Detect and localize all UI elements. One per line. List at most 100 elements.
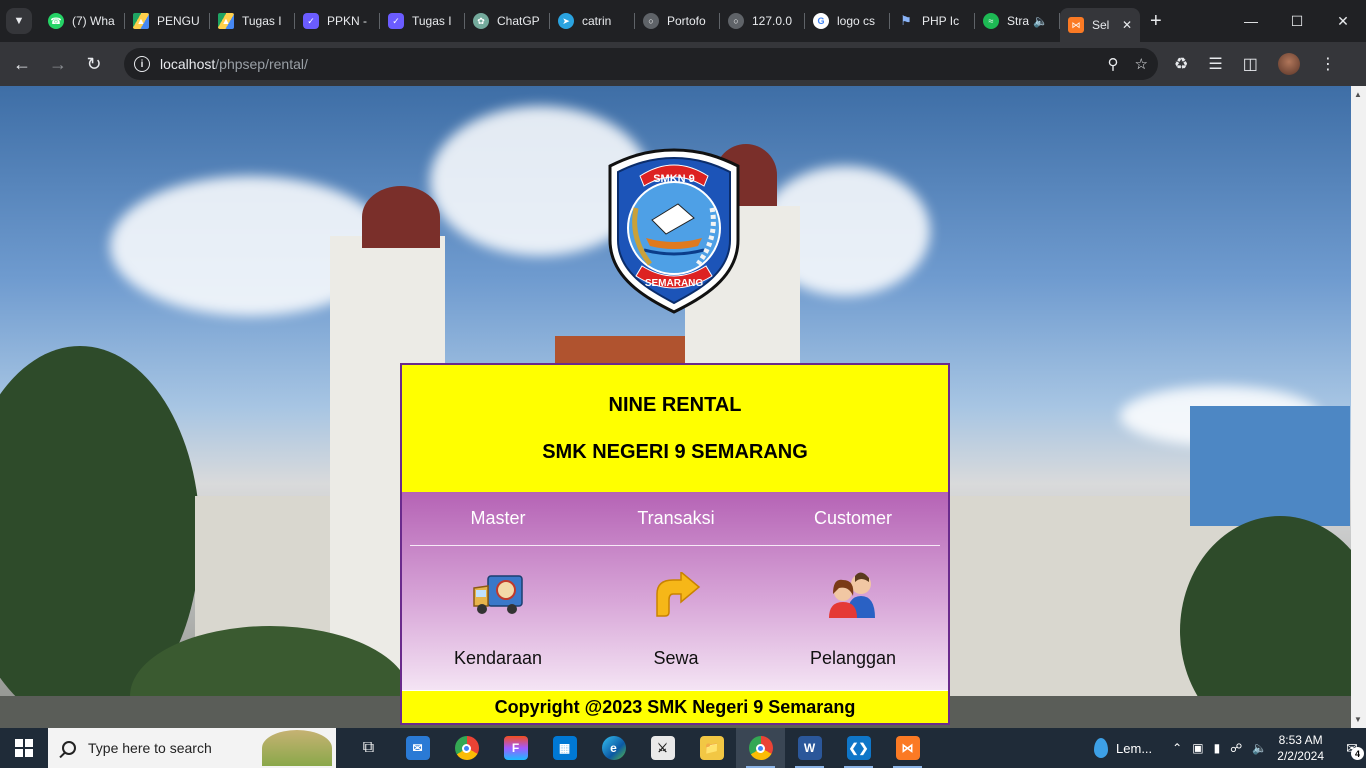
new-tab-button[interactable]: + bbox=[1150, 10, 1162, 33]
browser-tab[interactable]: ✓ PPKN - bbox=[295, 4, 380, 38]
scroll-up-icon[interactable]: ▲ bbox=[1354, 90, 1362, 99]
battery-icon[interactable]: ▮ bbox=[1214, 741, 1221, 755]
address-bar[interactable]: i localhost/phpsep/rental/ ⚲ ☆ bbox=[124, 48, 1158, 80]
task-view-icon[interactable]: ⧉ bbox=[344, 728, 393, 768]
shortcut-label: Kendaraan bbox=[453, 648, 543, 668]
clock-date: 2/2/2024 bbox=[1277, 749, 1324, 763]
forward-icon[interactable]: → bbox=[40, 46, 76, 82]
shortcut-row: Kendaraan Sewa Pelanggan bbox=[402, 570, 948, 669]
shortcut-label: Sewa bbox=[653, 648, 699, 668]
page-viewport: SMKN 9 SEMARANG NINE RENTAL SMK NEGERI 9… bbox=[0, 86, 1366, 728]
reload-icon[interactable]: ↻ bbox=[76, 46, 112, 82]
school-logo: SMKN 9 SEMARANG bbox=[608, 148, 740, 314]
window-controls: — ☐ ✕ bbox=[1228, 0, 1366, 42]
copyright-footer: Copyright @2023 SMK Negeri 9 Semarang bbox=[402, 690, 948, 723]
logo-bottom-text: SEMARANG bbox=[645, 278, 704, 289]
taskbar-apps: ⧉ ✉ F ▦ e ⚔ 📁 W ❮❯ ⋈ bbox=[344, 728, 932, 768]
figma-icon[interactable]: F bbox=[491, 728, 540, 768]
xampp-taskbar-icon[interactable]: ⋈ bbox=[883, 728, 932, 768]
profile-avatar[interactable] bbox=[1277, 53, 1300, 75]
search-highlight-image bbox=[262, 730, 332, 766]
browser-tab[interactable]: ○ 127.0.0 bbox=[720, 4, 805, 38]
search-placeholder: Type here to search bbox=[88, 740, 212, 756]
close-tab-icon[interactable]: ✕ bbox=[1122, 18, 1132, 32]
chevron-up-icon[interactable]: ⌃ bbox=[1172, 741, 1182, 755]
back-icon[interactable]: ← bbox=[4, 46, 40, 82]
shortcut-pelanggan[interactable]: Pelanggan bbox=[758, 570, 948, 669]
close-window-icon[interactable]: ✕ bbox=[1320, 0, 1366, 42]
tray-icons: ⌃ ▣ ▮ ☍ 🔈 bbox=[1172, 741, 1267, 755]
browser-tab[interactable]: ✓ Tugas I bbox=[380, 4, 465, 38]
padlet-icon: ✓ bbox=[388, 13, 404, 29]
speaker-icon[interactable]: 🔈 bbox=[1033, 14, 1048, 28]
file-explorer-icon[interactable]: 📁 bbox=[687, 728, 736, 768]
chatgpt-icon: ✿ bbox=[473, 13, 489, 29]
shortcut-kendaraan[interactable]: Kendaraan bbox=[402, 570, 594, 669]
meet-icon[interactable]: ▣ bbox=[1192, 741, 1203, 755]
browser-tab[interactable]: ⚑ PHP Ic bbox=[890, 4, 975, 38]
arrow-icon[interactable] bbox=[651, 572, 701, 618]
browser-tab[interactable]: Glogo cs bbox=[805, 4, 890, 38]
menu-kebab-icon[interactable]: ⋮ bbox=[1320, 54, 1336, 74]
edge-icon[interactable]: e bbox=[589, 728, 638, 768]
game-icon[interactable]: ⚔ bbox=[638, 728, 687, 768]
media-controls-icon[interactable]: ☰ bbox=[1208, 54, 1222, 74]
menu-master[interactable]: Master bbox=[402, 508, 594, 529]
page-scrollbar[interactable]: ▲ ▼ bbox=[1351, 86, 1366, 728]
side-panel-icon[interactable]: ◫ bbox=[1243, 54, 1258, 74]
bookmark-star-icon[interactable]: ☆ bbox=[1135, 55, 1148, 73]
menu-transaksi[interactable]: Transaksi bbox=[594, 508, 758, 529]
clock[interactable]: 8:53 AM 2/2/2024 bbox=[1277, 732, 1324, 764]
rental-menu-panel: NINE RENTAL SMK NEGERI 9 SEMARANG Master… bbox=[400, 363, 950, 725]
scroll-down-icon[interactable]: ▼ bbox=[1354, 715, 1362, 724]
browser-tab[interactable]: ➤ catrin bbox=[550, 4, 635, 38]
browser-tab[interactable]: ▲ PENGU bbox=[125, 4, 210, 38]
shortcut-label: Pelanggan bbox=[809, 648, 897, 668]
users-icon[interactable] bbox=[825, 570, 881, 620]
browser-tab[interactable]: ☎ (7) Wha bbox=[40, 4, 125, 38]
site-info-icon[interactable]: i bbox=[134, 56, 150, 72]
google-drive-icon: ▲ bbox=[133, 13, 149, 29]
google-icon: G bbox=[813, 13, 829, 29]
browser-tab[interactable]: ▲ Tugas I bbox=[210, 4, 295, 38]
taskbar-search-input[interactable]: Type here to search bbox=[48, 728, 336, 768]
browser-tab[interactable]: ✿ ChatGP bbox=[465, 4, 550, 38]
truck-icon[interactable] bbox=[470, 572, 526, 618]
vscode-icon[interactable]: ❮❯ bbox=[834, 728, 883, 768]
spotify-icon: ≈ bbox=[983, 13, 999, 29]
water-drop-icon bbox=[1094, 738, 1109, 758]
notification-icon[interactable]: ✉ 4 bbox=[1338, 728, 1366, 768]
menu-customer[interactable]: Customer bbox=[758, 508, 948, 529]
windows-taskbar: Type here to search ⧉ ✉ F ▦ e ⚔ 📁 W ❮❯ ⋈… bbox=[0, 728, 1366, 768]
shortcut-sewa[interactable]: Sewa bbox=[594, 570, 758, 669]
volume-icon[interactable]: 🔈 bbox=[1252, 741, 1267, 755]
extensions-icon[interactable]: ♻ bbox=[1174, 54, 1188, 74]
menu-row: Master Transaksi Customer bbox=[402, 492, 948, 544]
mail-icon[interactable]: ✉ bbox=[393, 728, 442, 768]
browser-tab-active[interactable]: ⋈ Sel ✕ bbox=[1060, 8, 1140, 42]
google-drive-icon: ▲ bbox=[218, 13, 234, 29]
whatsapp-icon: ☎ bbox=[48, 13, 64, 29]
browser-tab[interactable]: ≈ Stra 🔈 bbox=[975, 4, 1060, 38]
word-icon[interactable]: W bbox=[785, 728, 834, 768]
tab-list: ☎ (7) Wha ▲ PENGU ▲ Tugas I ✓ PPKN - ✓ Tugas … bbox=[40, 0, 1140, 42]
panel-body: Master Transaksi Customer Kendaraan Sewa… bbox=[402, 492, 948, 690]
chrome-icon[interactable] bbox=[442, 728, 491, 768]
zoom-icon[interactable]: ⚲ bbox=[1108, 55, 1119, 73]
maximize-icon[interactable]: ☐ bbox=[1274, 0, 1320, 42]
menu-divider bbox=[410, 545, 940, 546]
system-tray: Lem... ⌃ ▣ ▮ ☍ 🔈 8:53 AM 2/2/2024 ✉ 4 bbox=[1094, 728, 1366, 768]
browser-tab[interactable]: ○ Portofo bbox=[635, 4, 720, 38]
windows-start-icon[interactable] bbox=[0, 728, 48, 768]
network-icon[interactable]: ☍ bbox=[1230, 741, 1242, 755]
minimize-icon[interactable]: — bbox=[1228, 0, 1274, 42]
notification-count: 4 bbox=[1351, 747, 1364, 760]
logo-top-text: SMKN 9 bbox=[653, 173, 695, 185]
chrome-active-icon[interactable] bbox=[736, 728, 785, 768]
tab-search-button[interactable]: ▼ bbox=[6, 8, 32, 34]
address-toolbar: ← → ↻ i localhost/phpsep/rental/ ⚲ ☆ ♻ ☰… bbox=[0, 42, 1366, 86]
padlet-icon: ✓ bbox=[303, 13, 319, 29]
url-host: localhost bbox=[160, 56, 216, 72]
weather-widget[interactable]: Lem... bbox=[1094, 738, 1152, 758]
store-icon[interactable]: ▦ bbox=[540, 728, 589, 768]
